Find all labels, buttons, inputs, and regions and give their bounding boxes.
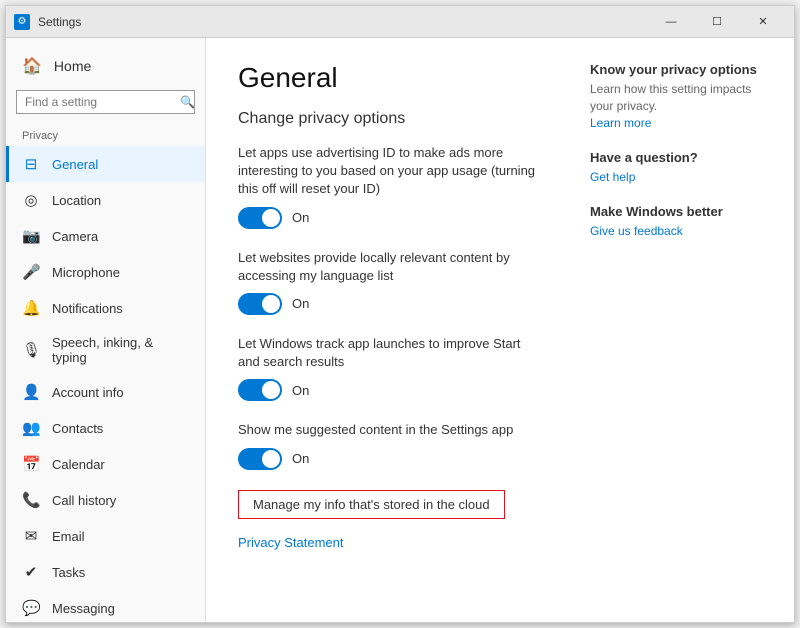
minimize-button[interactable]: —	[648, 6, 694, 38]
toggle-label: On	[292, 296, 309, 311]
calendar-icon: 📅	[22, 455, 40, 473]
main-content: General Change privacy options Let apps …	[206, 38, 574, 622]
sidebar-item-account[interactable]: 👤 Account info	[6, 374, 205, 410]
right-panel-privacy-options: Know your privacy options Learn how this…	[590, 62, 778, 130]
sidebar-item-label: Contacts	[52, 421, 103, 436]
sidebar-item-calendar[interactable]: 📅 Calendar	[6, 446, 205, 482]
sidebar-item-camera[interactable]: 📷 Camera	[6, 218, 205, 254]
sidebar-item-label: Call history	[52, 493, 116, 508]
sidebar-item-label: Camera	[52, 229, 98, 244]
sidebar-item-speech[interactable]: 🎙 Speech, inking, & typing	[6, 326, 205, 374]
sidebar-item-label: Email	[52, 529, 85, 544]
sidebar-item-label: Messaging	[52, 601, 115, 616]
sidebar-item-location[interactable]: ◎ Location	[6, 182, 205, 218]
general-icon: ⊟	[22, 155, 40, 173]
notifications-icon: 🔔	[22, 299, 40, 317]
sidebar-item-notifications[interactable]: 🔔 Notifications	[6, 290, 205, 326]
sidebar-item-email[interactable]: ✉ Email	[6, 518, 205, 554]
window-content: 🏠 Home 🔍 Privacy ⊟ General ◎ Location 📷 …	[6, 38, 794, 622]
account-icon: 👤	[22, 383, 40, 401]
settings-window: ⚙ Settings — ☐ ✕ 🏠 Home 🔍 Privacy ⊟ Gene…	[5, 5, 795, 623]
messaging-icon: 💬	[22, 599, 40, 617]
toggle-label: On	[292, 383, 309, 398]
manage-cloud-button[interactable]: Manage my info that's stored in the clou…	[238, 490, 505, 519]
toggle-label: On	[292, 210, 309, 225]
language-list-toggle[interactable]	[238, 293, 282, 315]
sidebar-item-messaging[interactable]: 💬 Messaging	[6, 590, 205, 622]
close-button[interactable]: ✕	[740, 6, 786, 38]
option-advertising-id: Let apps use advertising ID to make ads …	[238, 144, 542, 229]
sidebar-item-general[interactable]: ⊟ General	[6, 146, 205, 182]
feedback-link[interactable]: Give us feedback	[590, 224, 683, 238]
right-panel-desc: Learn how this setting impacts your priv…	[590, 81, 778, 115]
get-help-link[interactable]: Get help	[590, 170, 635, 184]
tasks-icon: ✔	[22, 563, 40, 581]
app-launches-toggle[interactable]	[238, 379, 282, 401]
right-panel-title: Know your privacy options	[590, 62, 778, 77]
callhistory-icon: 📞	[22, 491, 40, 509]
sidebar-item-label: General	[52, 157, 98, 172]
sidebar-item-label: Speech, inking, & typing	[52, 335, 189, 365]
toggle-row: On	[238, 379, 542, 401]
sidebar-item-label: Location	[52, 193, 101, 208]
toggle-row: On	[238, 293, 542, 315]
option-suggested-content: Show me suggested content in the Setting…	[238, 421, 542, 469]
sidebar-item-label: Account info	[52, 385, 124, 400]
sidebar-item-callhistory[interactable]: 📞 Call history	[6, 482, 205, 518]
search-icon: 🔍	[180, 95, 195, 109]
sidebar-item-label: Tasks	[52, 565, 85, 580]
option-language-list: Let websites provide locally relevant co…	[238, 249, 542, 315]
privacy-statement-link[interactable]: Privacy Statement	[238, 535, 542, 550]
contacts-icon: 👥	[22, 419, 40, 437]
window-title: Settings	[38, 15, 648, 29]
app-icon: ⚙	[14, 14, 30, 30]
email-icon: ✉	[22, 527, 40, 545]
sidebar-item-microphone[interactable]: 🎤 Microphone	[6, 254, 205, 290]
home-label: Home	[54, 58, 91, 74]
microphone-icon: 🎤	[22, 263, 40, 281]
sidebar-item-label: Microphone	[52, 265, 120, 280]
sidebar-item-label: Notifications	[52, 301, 123, 316]
sidebar: 🏠 Home 🔍 Privacy ⊟ General ◎ Location 📷 …	[6, 38, 206, 622]
privacy-section-label: Privacy	[6, 126, 205, 146]
speech-icon: 🎙	[22, 341, 40, 359]
option-desc: Let apps use advertising ID to make ads …	[238, 144, 542, 199]
search-input[interactable]	[25, 95, 180, 109]
window-controls: — ☐ ✕	[648, 6, 786, 38]
section-title: Change privacy options	[238, 110, 542, 128]
toggle-row: On	[238, 448, 542, 470]
advertising-id-toggle[interactable]	[238, 207, 282, 229]
suggested-content-toggle[interactable]	[238, 448, 282, 470]
home-icon: 🏠	[22, 56, 42, 76]
search-box[interactable]: 🔍	[16, 90, 195, 114]
right-panel: Know your privacy options Learn how this…	[574, 38, 794, 622]
page-title: General	[238, 62, 542, 94]
learn-more-link[interactable]: Learn more	[590, 116, 651, 130]
right-panel-make-better: Make Windows better Give us feedback	[590, 204, 778, 238]
title-bar: ⚙ Settings — ☐ ✕	[6, 6, 794, 38]
toggle-row: On	[238, 207, 542, 229]
option-desc: Let websites provide locally relevant co…	[238, 249, 542, 285]
sidebar-item-home[interactable]: 🏠 Home	[6, 46, 205, 86]
sidebar-item-label: Calendar	[52, 457, 105, 472]
maximize-button[interactable]: ☐	[694, 6, 740, 38]
right-panel-title: Have a question?	[590, 150, 778, 165]
camera-icon: 📷	[22, 227, 40, 245]
sidebar-item-contacts[interactable]: 👥 Contacts	[6, 410, 205, 446]
right-panel-have-question: Have a question? Get help	[590, 150, 778, 184]
option-desc: Let Windows track app launches to improv…	[238, 335, 542, 371]
right-panel-title: Make Windows better	[590, 204, 778, 219]
option-app-launches: Let Windows track app launches to improv…	[238, 335, 542, 401]
toggle-label: On	[292, 451, 309, 466]
location-icon: ◎	[22, 191, 40, 209]
option-desc: Show me suggested content in the Setting…	[238, 421, 542, 439]
sidebar-item-tasks[interactable]: ✔ Tasks	[6, 554, 205, 590]
